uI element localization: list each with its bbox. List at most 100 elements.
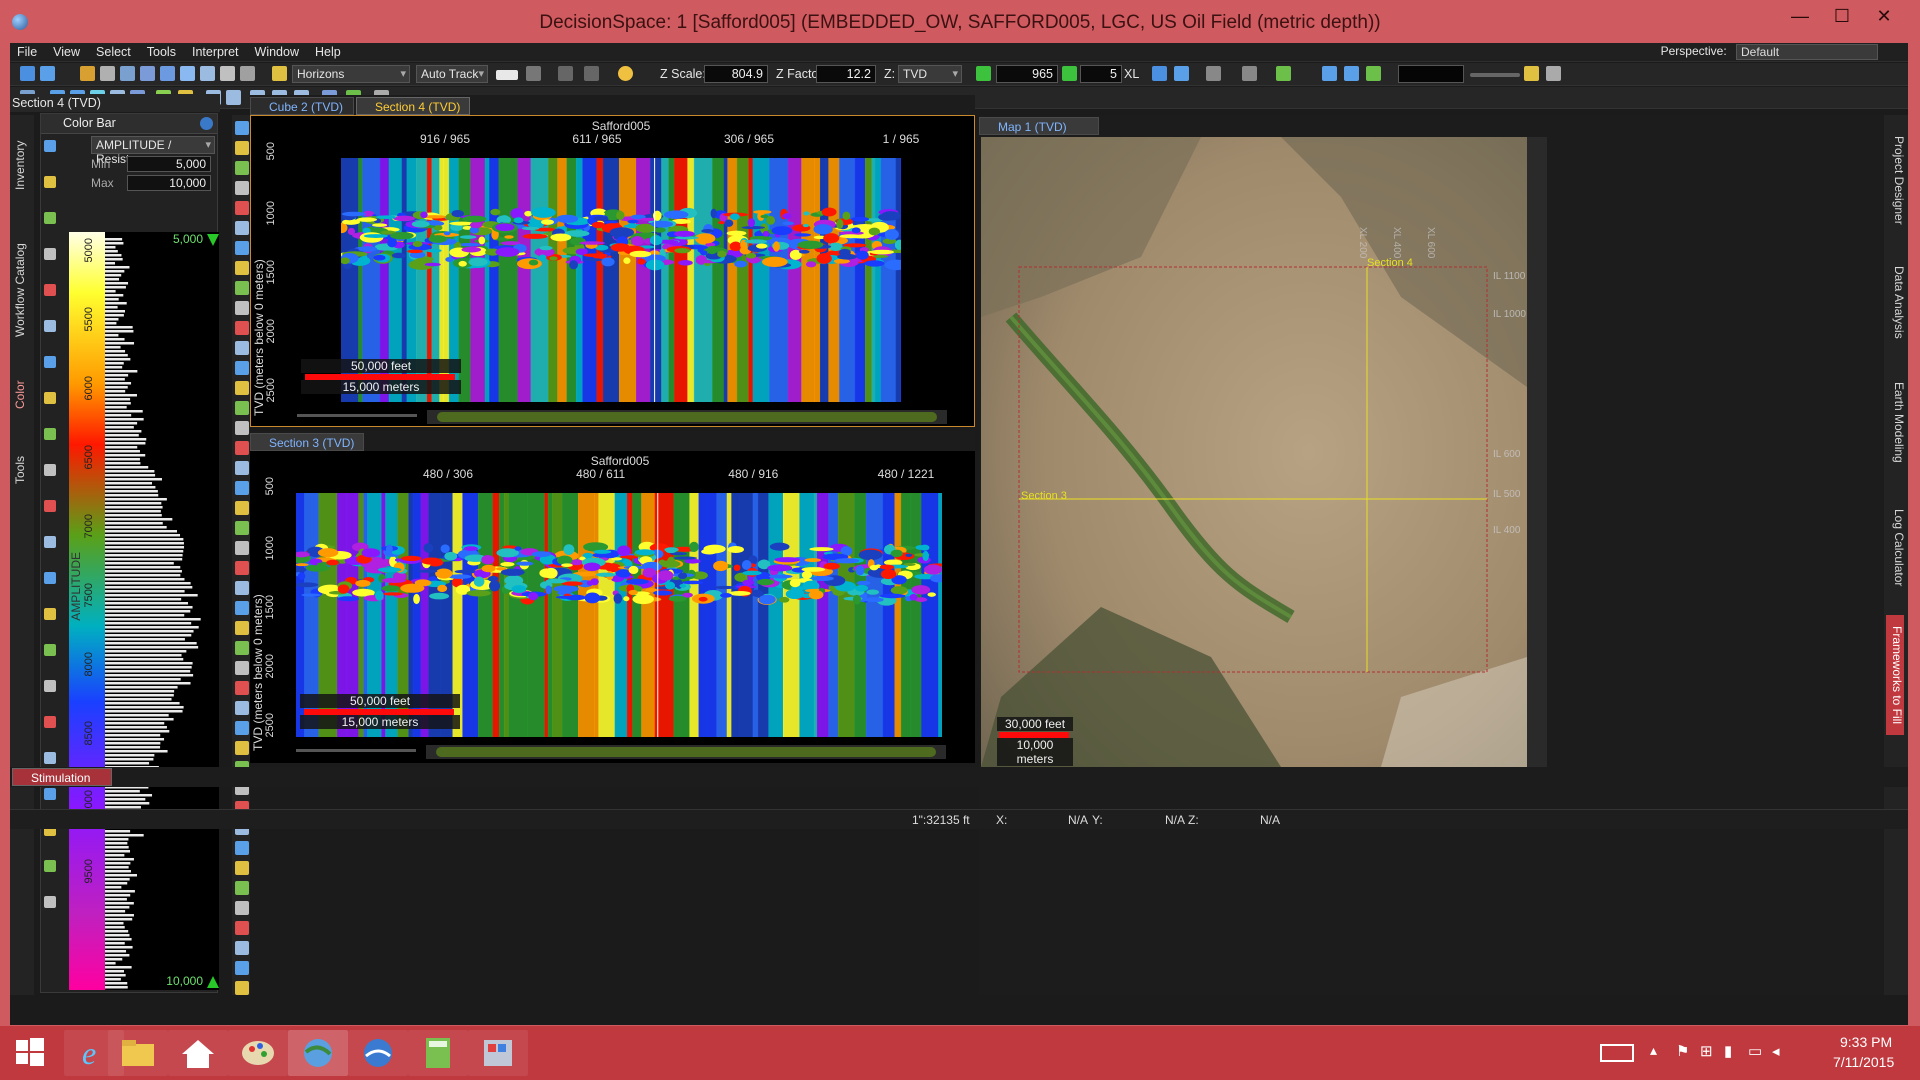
menu-interpret[interactable]: Interpret bbox=[185, 43, 248, 59]
tool-icon[interactable] bbox=[235, 901, 249, 915]
line-number-input[interactable]: 965 bbox=[996, 65, 1058, 83]
close-button[interactable]: ✕ bbox=[1864, 6, 1904, 30]
tool-icon[interactable] bbox=[44, 464, 56, 476]
tool-icon[interactable] bbox=[235, 341, 249, 355]
previous-line-icon[interactable] bbox=[976, 66, 991, 81]
tool-icon[interactable] bbox=[235, 861, 249, 875]
tool-icon[interactable] bbox=[235, 981, 249, 995]
tool-icon[interactable] bbox=[235, 741, 249, 755]
tool-icon[interactable] bbox=[44, 644, 56, 656]
perspective-select[interactable]: Default bbox=[1736, 44, 1878, 60]
color-swatch[interactable] bbox=[496, 70, 518, 80]
tool-icon[interactable] bbox=[44, 428, 56, 440]
tool-icon[interactable] bbox=[1546, 66, 1561, 81]
control-panel-icon[interactable] bbox=[468, 1030, 528, 1076]
print-icon[interactable] bbox=[220, 66, 235, 81]
tab-earth-modeling[interactable]: Earth Modeling bbox=[1888, 370, 1906, 475]
scroll-thumb[interactable] bbox=[437, 412, 937, 422]
tab-map-1[interactable]: Map 1 (TVD) bbox=[979, 117, 1099, 135]
tool-icon[interactable] bbox=[235, 181, 249, 195]
tool-icon[interactable] bbox=[226, 90, 241, 105]
horizons-dropdown[interactable]: Horizons bbox=[292, 65, 410, 83]
tool-icon[interactable] bbox=[44, 212, 56, 224]
undo-icon[interactable] bbox=[558, 66, 573, 81]
folder-icon[interactable] bbox=[80, 66, 95, 81]
tool-icon[interactable] bbox=[44, 500, 56, 512]
camera-icon[interactable] bbox=[240, 66, 255, 81]
tab-log-calculator[interactable]: Log Calculator bbox=[1888, 495, 1906, 600]
tool-icon[interactable] bbox=[44, 248, 56, 260]
tool-icon[interactable] bbox=[235, 361, 249, 375]
save-icon[interactable] bbox=[40, 66, 55, 81]
color-preview[interactable] bbox=[1398, 65, 1464, 83]
bookmark-icon[interactable] bbox=[1206, 66, 1221, 81]
section4-zoom-slider[interactable] bbox=[297, 414, 417, 417]
tool-icon[interactable] bbox=[235, 581, 249, 595]
map-canvas[interactable]: Section 4 Section 3 IL 1100 IL 1000 IL 600… bbox=[981, 137, 1527, 767]
tool-icon[interactable] bbox=[1366, 66, 1381, 81]
tool-icon[interactable] bbox=[235, 261, 249, 275]
tool-icon[interactable] bbox=[1276, 66, 1291, 81]
tab-workflow-catalog[interactable]: Workflow Catalog bbox=[13, 225, 31, 355]
tool-icon[interactable] bbox=[44, 788, 56, 800]
tab-stimulation[interactable]: Stimulation bbox=[12, 768, 112, 786]
tool-icon[interactable] bbox=[235, 541, 249, 555]
tool-icon[interactable] bbox=[44, 896, 56, 908]
map-vertical-scrollbar[interactable] bbox=[1527, 137, 1547, 767]
tool-icon[interactable] bbox=[44, 392, 56, 404]
clock-time[interactable]: 9:33 PM bbox=[1840, 1034, 1892, 1050]
section4-scrollbar[interactable] bbox=[427, 410, 947, 424]
tool-icon[interactable] bbox=[44, 572, 56, 584]
tool-icon[interactable] bbox=[44, 680, 56, 692]
tool-icon[interactable] bbox=[44, 176, 56, 188]
tab-frameworks-to-fill[interactable]: Frameworks to Fill bbox=[1886, 615, 1904, 735]
tool-icon[interactable] bbox=[44, 356, 56, 368]
tool-icon[interactable] bbox=[235, 381, 249, 395]
volume-icon[interactable]: ◂ bbox=[1772, 1042, 1780, 1060]
new-project-icon[interactable] bbox=[20, 66, 35, 81]
opacity-slider[interactable] bbox=[1470, 73, 1520, 77]
top-marker-icon[interactable] bbox=[207, 234, 219, 246]
tool-icon[interactable] bbox=[235, 661, 249, 675]
tool-icon[interactable] bbox=[235, 301, 249, 315]
tool-icon[interactable] bbox=[44, 608, 56, 620]
home-icon[interactable] bbox=[168, 1030, 228, 1076]
tool-icon[interactable] bbox=[235, 601, 249, 615]
tool-icon[interactable] bbox=[235, 421, 249, 435]
tool-icon[interactable] bbox=[235, 941, 249, 955]
minimize-button[interactable]: — bbox=[1780, 6, 1820, 30]
keyboard-icon[interactable] bbox=[1600, 1044, 1634, 1062]
tool-icon[interactable] bbox=[1524, 66, 1539, 81]
tray-arrow-icon[interactable]: ▴ bbox=[1650, 1042, 1657, 1059]
decisionspace-icon[interactable] bbox=[288, 1030, 348, 1076]
menu-window[interactable]: Window bbox=[248, 43, 308, 59]
tool-icon[interactable] bbox=[235, 121, 249, 135]
attribute-dropdown[interactable]: AMPLITUDE / Resist... bbox=[91, 136, 215, 166]
tool-icon[interactable] bbox=[235, 641, 249, 655]
paint-icon[interactable] bbox=[228, 1030, 288, 1076]
wave-icon[interactable] bbox=[526, 66, 541, 81]
tool-icon[interactable] bbox=[235, 221, 249, 235]
tool-icon[interactable] bbox=[235, 961, 249, 975]
tool-icon[interactable] bbox=[235, 241, 249, 255]
tool-icon[interactable] bbox=[44, 140, 56, 152]
section3-scrollbar[interactable] bbox=[426, 745, 946, 759]
tool-icon[interactable] bbox=[235, 401, 249, 415]
tool-icon[interactable] bbox=[235, 681, 249, 695]
tool-icon[interactable] bbox=[235, 561, 249, 575]
sun-icon[interactable] bbox=[618, 66, 633, 81]
menu-tools[interactable]: Tools bbox=[140, 43, 185, 59]
tool-icon[interactable] bbox=[1344, 66, 1359, 81]
tool-icon[interactable] bbox=[235, 141, 249, 155]
tool-icon[interactable] bbox=[235, 521, 249, 535]
maximize-button[interactable]: ☐ bbox=[1822, 6, 1862, 30]
link-icon[interactable] bbox=[200, 66, 215, 81]
tab-color[interactable]: Color bbox=[13, 365, 31, 425]
flag-icon[interactable]: ⚑ bbox=[1676, 1042, 1689, 1060]
start-button[interactable] bbox=[0, 1030, 58, 1076]
tab-project-designer[interactable]: Project Designer bbox=[1888, 125, 1906, 235]
tab-section-3[interactable]: Section 3 (TVD) bbox=[250, 433, 364, 451]
tool-icon[interactable] bbox=[235, 201, 249, 215]
tool-icon[interactable] bbox=[44, 752, 56, 764]
tool-icon[interactable] bbox=[44, 284, 56, 296]
